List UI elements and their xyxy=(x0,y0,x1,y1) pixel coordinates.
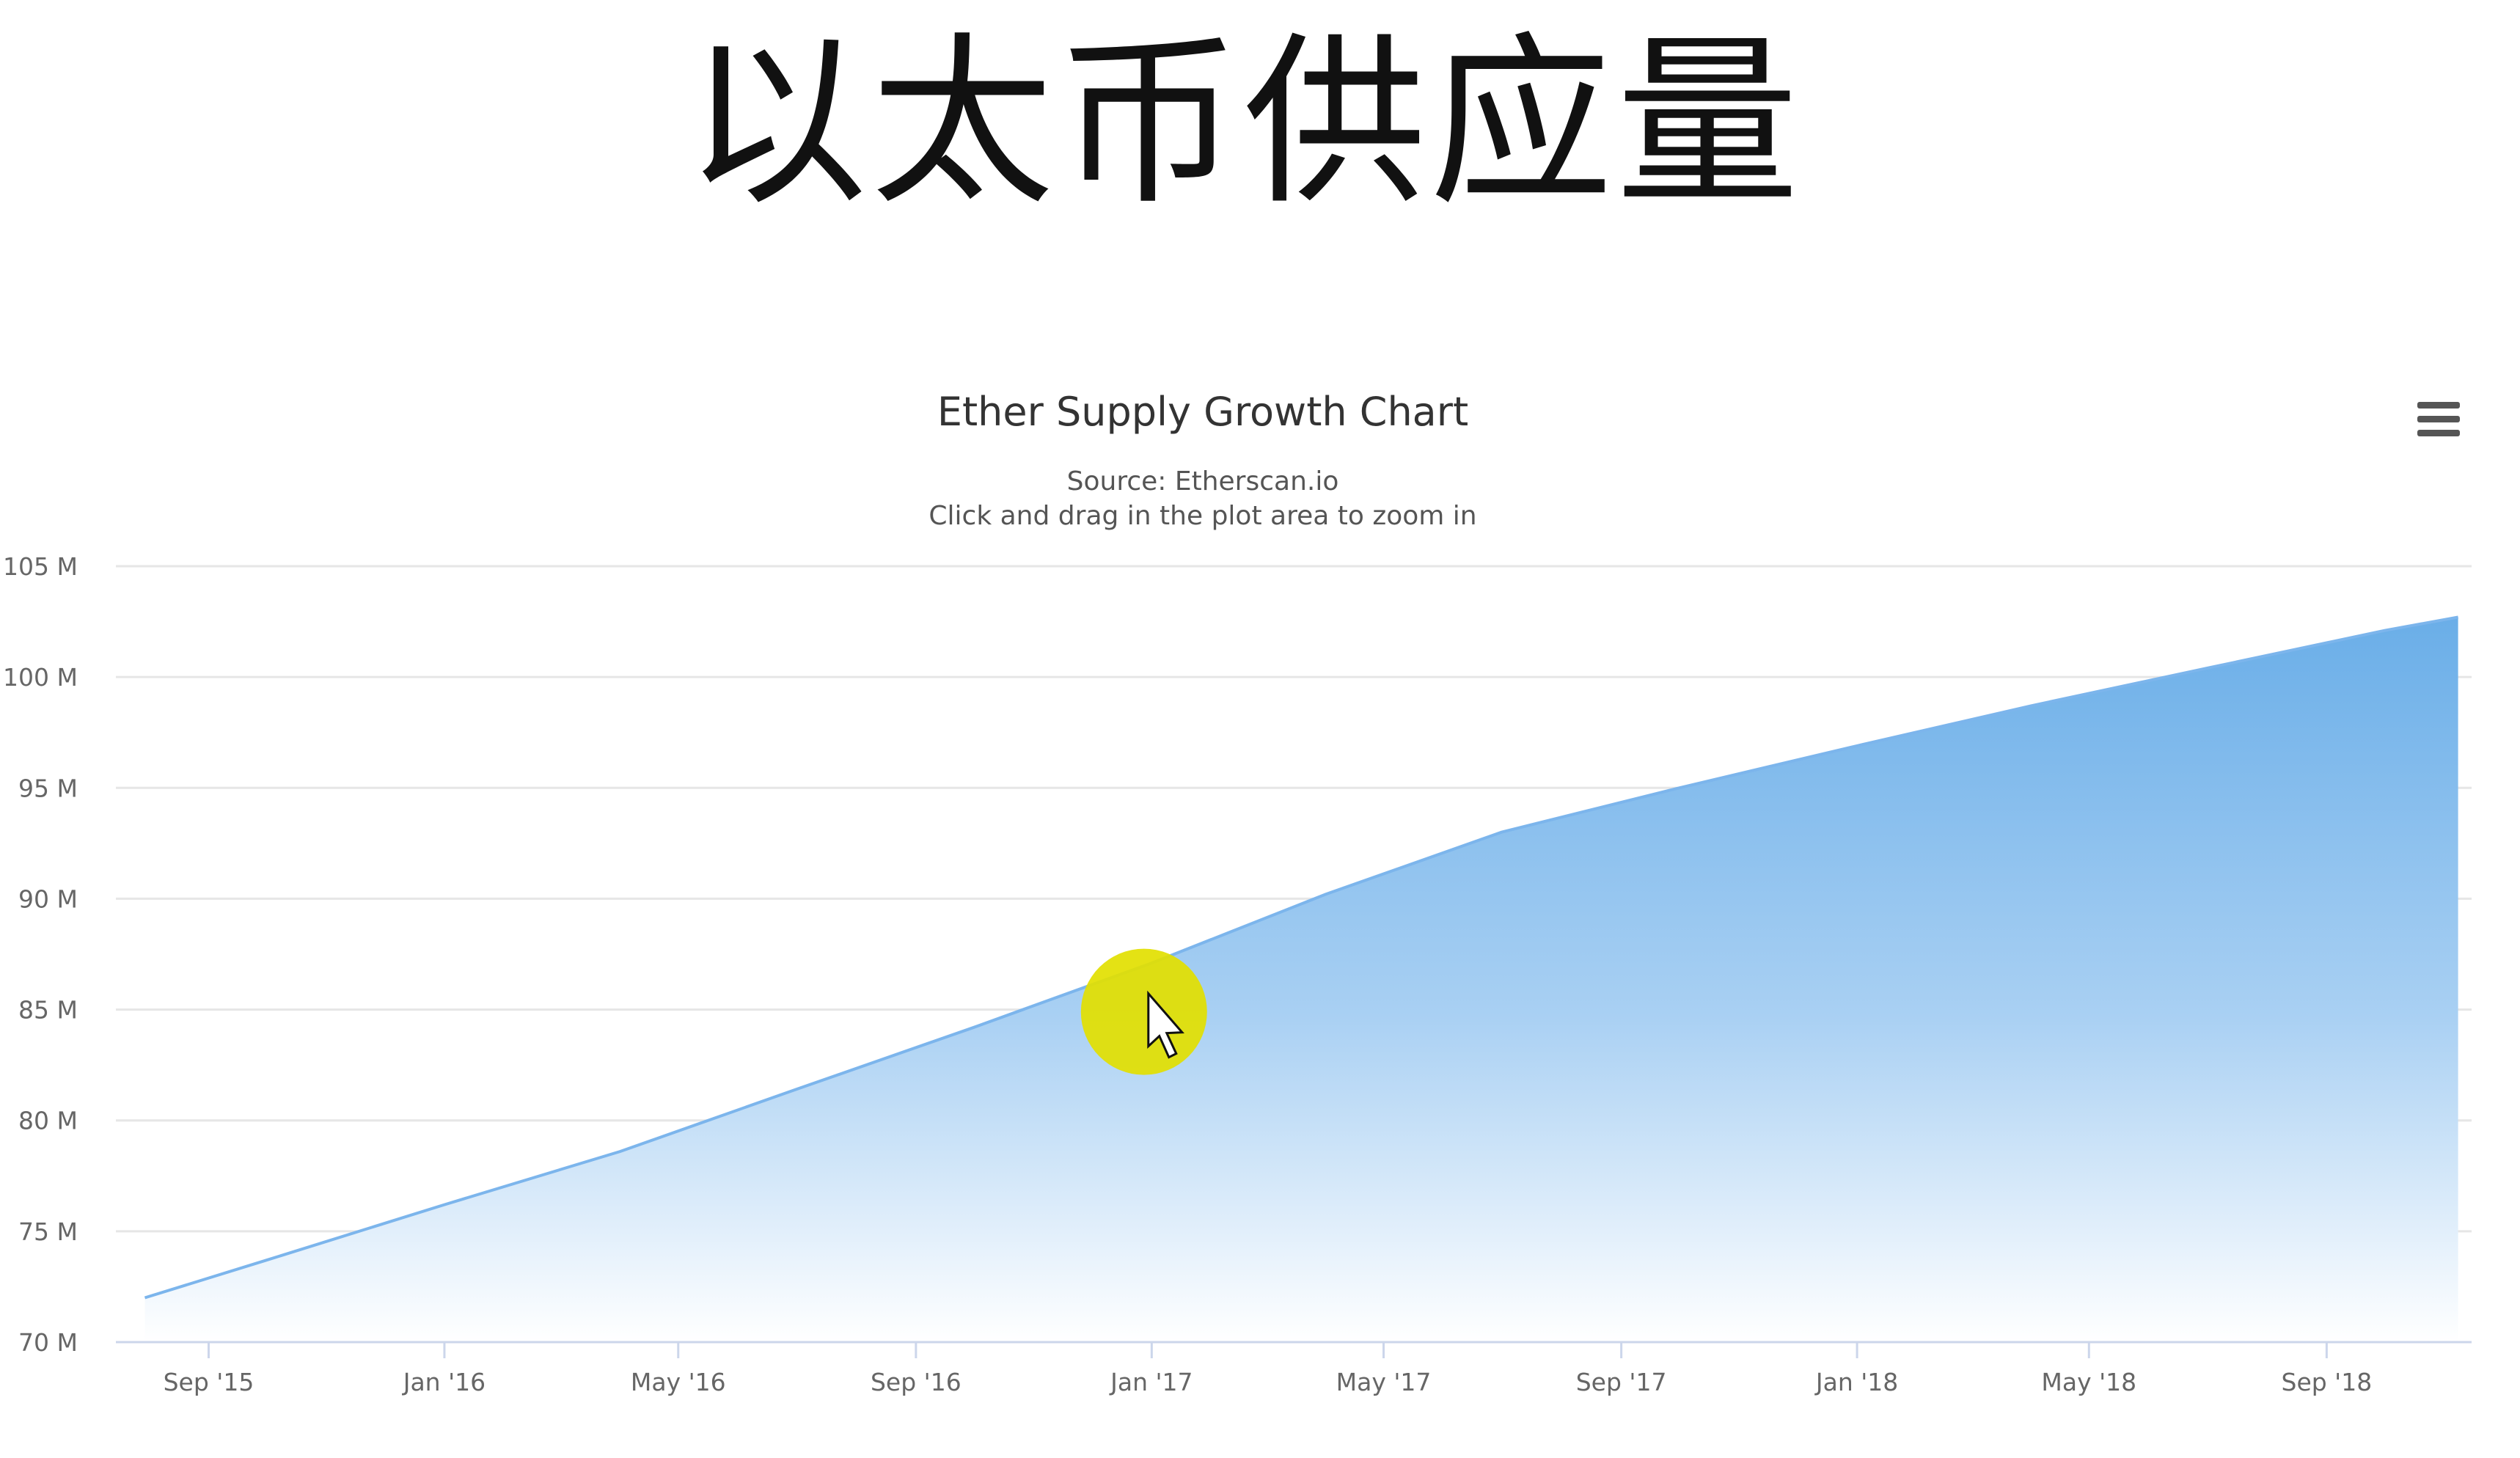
chart-subtitle-hint: Click and drag in the plot area to zoom … xyxy=(928,501,1476,531)
x-tick-label: Sep '16 xyxy=(871,1368,962,1396)
y-tick-label: 80 M xyxy=(18,1107,78,1135)
hamburger-menu-icon[interactable] xyxy=(2417,402,2460,439)
y-tick-label: 105 M xyxy=(3,552,78,581)
y-tick-label: 90 M xyxy=(18,884,78,913)
cursor-highlight xyxy=(1080,948,1207,1075)
x-tick-label: Sep '17 xyxy=(1576,1368,1667,1396)
x-tick-label: May '17 xyxy=(1336,1368,1432,1396)
chart-title: Ether Supply Growth Chart xyxy=(937,389,1468,435)
x-tick-label: May '18 xyxy=(2041,1368,2136,1396)
x-tick-label: Sep '18 xyxy=(2282,1368,2373,1396)
y-tick-label: 95 M xyxy=(18,774,78,802)
x-tick-label: May '16 xyxy=(631,1368,726,1396)
series-area-fill xyxy=(144,617,2458,1342)
x-tick-label: Jan '18 xyxy=(1814,1368,1898,1396)
x-tick-label: Sep '15 xyxy=(164,1368,254,1396)
ether-supply-chart[interactable]: Ether Supply Growth Chart Source: Ethers… xyxy=(0,0,2520,1458)
y-tick-label: 85 M xyxy=(18,996,78,1025)
x-tick-label: Jan '17 xyxy=(1109,1368,1193,1396)
cursor-highlight-circle xyxy=(1080,948,1207,1075)
y-tick-label: 75 M xyxy=(18,1217,78,1246)
x-tick-label: Jan '16 xyxy=(402,1368,486,1396)
y-tick-label: 100 M xyxy=(3,663,78,692)
y-tick-label: 70 M xyxy=(18,1328,78,1357)
chart-subtitle-source: Source: Etherscan.io xyxy=(1067,466,1339,497)
plot-area[interactable] xyxy=(144,615,2458,1342)
